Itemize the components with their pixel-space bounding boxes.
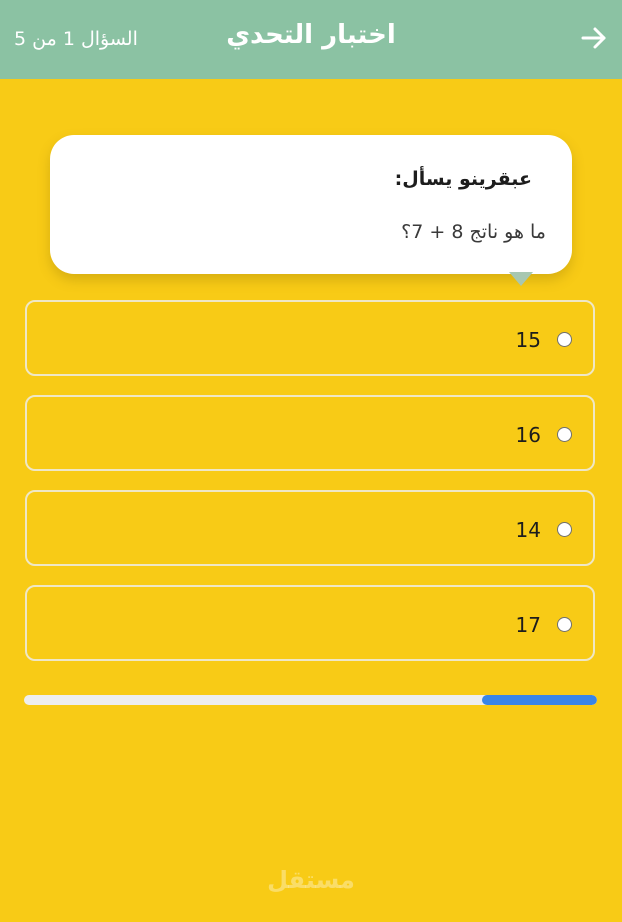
answer-option-1[interactable]: 15 <box>25 300 595 376</box>
answer-option-4[interactable]: 17 <box>25 585 595 661</box>
answer-label: 15 <box>515 328 541 352</box>
quiz-progress-bar <box>24 695 597 705</box>
watermark-logo: مستقل <box>267 866 355 894</box>
radio-button[interactable] <box>557 617 572 632</box>
answer-option-2[interactable]: 16 <box>25 395 595 471</box>
answer-option-3[interactable]: 14 <box>25 490 595 566</box>
page-title: اختبار التحدي <box>226 20 396 50</box>
header-bar: السؤال 1 من 5 اختبار التحدي <box>0 0 622 79</box>
arrow-right-icon[interactable] <box>580 24 608 52</box>
radio-button[interactable] <box>557 427 572 442</box>
asker-label: عبقرينو يسأل: <box>394 168 532 190</box>
quiz-progress-fill <box>482 695 597 705</box>
answer-label: 16 <box>515 423 541 447</box>
bubble-tail <box>509 272 533 286</box>
question-card: عبقرينو يسأل: ما هو ناتج 8 + 7؟ <box>50 135 572 274</box>
answer-label: 14 <box>515 518 541 542</box>
radio-button[interactable] <box>557 522 572 537</box>
question-text: ما هو ناتج 8 + 7؟ <box>401 221 546 243</box>
answer-label: 17 <box>515 613 541 637</box>
radio-button[interactable] <box>557 332 572 347</box>
